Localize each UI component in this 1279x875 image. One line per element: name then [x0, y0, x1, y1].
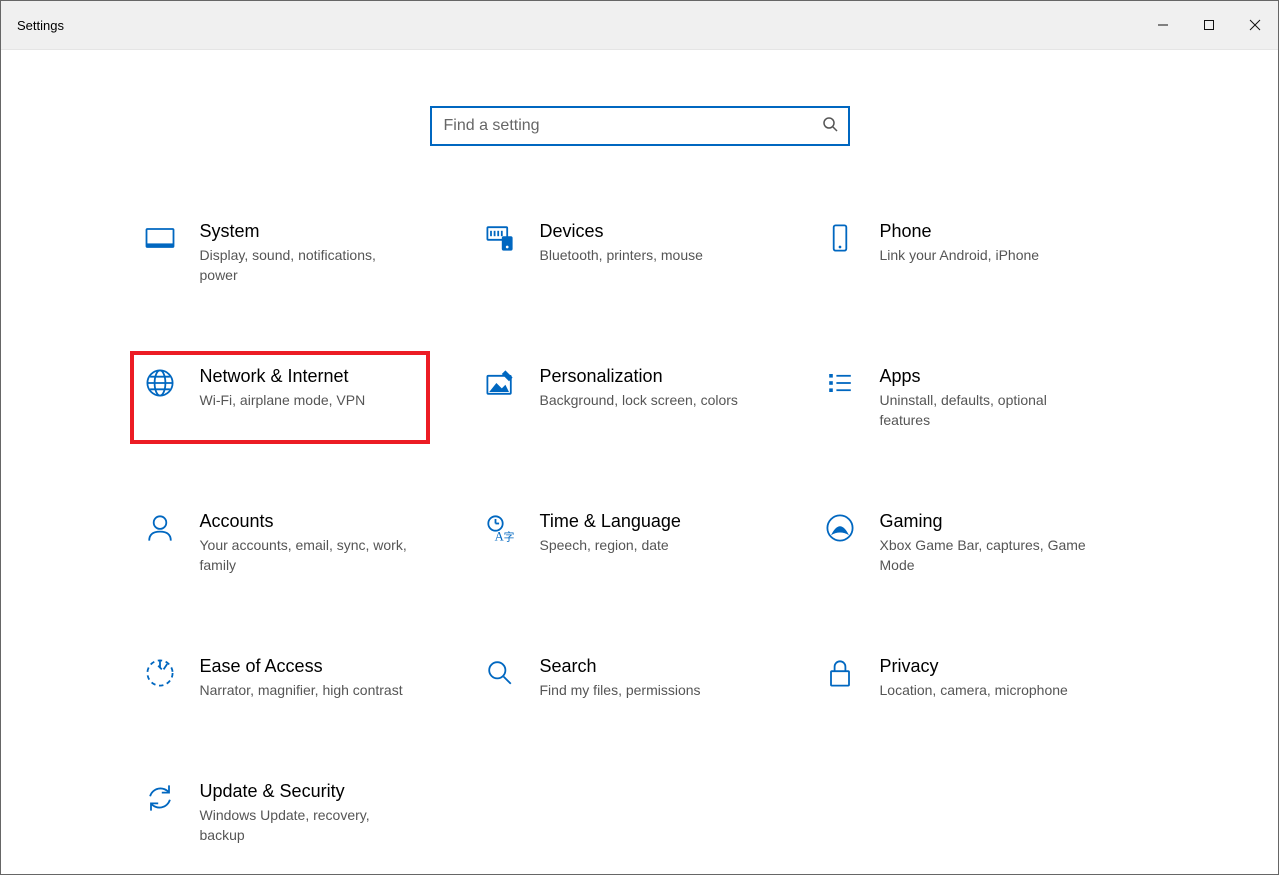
personalization-icon — [482, 365, 518, 401]
settings-window: Settings — [0, 0, 1279, 875]
devices-icon — [482, 220, 518, 256]
category-apps[interactable]: Apps Uninstall, defaults, optional featu… — [810, 351, 1110, 444]
close-icon — [1249, 19, 1261, 31]
close-button[interactable] — [1232, 9, 1278, 41]
category-desc: Your accounts, email, sync, work, family — [200, 535, 418, 576]
category-desc: Speech, region, date — [540, 535, 758, 555]
category-desc: Background, lock screen, colors — [540, 390, 758, 410]
category-phone[interactable]: Phone Link your Android, iPhone — [810, 206, 1110, 299]
category-desc: Bluetooth, printers, mouse — [540, 245, 758, 265]
category-desc: Narrator, magnifier, high contrast — [200, 680, 418, 700]
search-wrap — [430, 106, 850, 146]
category-title: Phone — [880, 220, 1098, 243]
categories-grid: System Display, sound, notifications, po… — [130, 206, 1150, 874]
category-gaming[interactable]: Gaming Xbox Game Bar, captures, Game Mod… — [810, 496, 1110, 589]
globe-icon — [142, 365, 178, 401]
category-network-internet[interactable]: Network & Internet Wi-Fi, airplane mode,… — [130, 351, 430, 444]
category-title: Personalization — [540, 365, 758, 388]
accounts-icon — [142, 510, 178, 546]
category-desc: Find my files, permissions — [540, 680, 758, 700]
category-desc: Uninstall, defaults, optional features — [880, 390, 1098, 431]
system-icon — [142, 220, 178, 256]
category-system[interactable]: System Display, sound, notifications, po… — [130, 206, 430, 299]
category-title: Search — [540, 655, 758, 678]
category-personalization[interactable]: Personalization Background, lock screen,… — [470, 351, 770, 444]
update-icon — [142, 780, 178, 816]
category-desc: Location, camera, microphone — [880, 680, 1098, 700]
category-accounts[interactable]: Accounts Your accounts, email, sync, wor… — [130, 496, 430, 589]
titlebar: Settings — [1, 1, 1278, 50]
category-title: Accounts — [200, 510, 418, 533]
apps-icon — [822, 365, 858, 401]
category-desc: Link your Android, iPhone — [880, 245, 1098, 265]
window-title: Settings — [1, 18, 64, 33]
minimize-button[interactable] — [1140, 9, 1186, 41]
category-devices[interactable]: Devices Bluetooth, printers, mouse — [470, 206, 770, 299]
category-title: Network & Internet — [200, 365, 418, 388]
maximize-button[interactable] — [1186, 9, 1232, 41]
ease-of-access-icon — [142, 655, 178, 691]
category-ease-of-access[interactable]: Ease of Access Narrator, magnifier, high… — [130, 641, 430, 714]
category-title: Gaming — [880, 510, 1098, 533]
search-box[interactable] — [430, 106, 850, 146]
category-title: Privacy — [880, 655, 1098, 678]
category-title: Devices — [540, 220, 758, 243]
category-title: Ease of Access — [200, 655, 418, 678]
category-title: Apps — [880, 365, 1098, 388]
category-search[interactable]: Search Find my files, permissions — [470, 641, 770, 714]
content-area: System Display, sound, notifications, po… — [1, 50, 1278, 874]
maximize-icon — [1203, 19, 1215, 31]
minimize-icon — [1157, 19, 1169, 31]
magnifier-icon — [482, 655, 518, 691]
category-desc: Display, sound, notifications, power — [200, 245, 418, 286]
search-input[interactable] — [442, 116, 822, 136]
category-desc: Windows Update, recovery, backup — [200, 805, 418, 846]
lock-icon — [822, 655, 858, 691]
svg-text:字: 字 — [503, 531, 514, 544]
gaming-icon — [822, 510, 858, 546]
category-title: System — [200, 220, 418, 243]
phone-icon — [822, 220, 858, 256]
category-title: Update & Security — [200, 780, 418, 803]
search-icon — [822, 116, 838, 137]
category-privacy[interactable]: Privacy Location, camera, microphone — [810, 641, 1110, 714]
category-time-language[interactable]: A字 Time & Language Speech, region, date — [470, 496, 770, 589]
window-controls — [1140, 1, 1278, 49]
category-update-security[interactable]: Update & Security Windows Update, recove… — [130, 766, 430, 859]
category-desc: Xbox Game Bar, captures, Game Mode — [880, 535, 1098, 576]
category-desc: Wi-Fi, airplane mode, VPN — [200, 390, 418, 410]
svg-text:A: A — [494, 530, 503, 544]
time-language-icon: A字 — [482, 510, 518, 546]
category-title: Time & Language — [540, 510, 758, 533]
